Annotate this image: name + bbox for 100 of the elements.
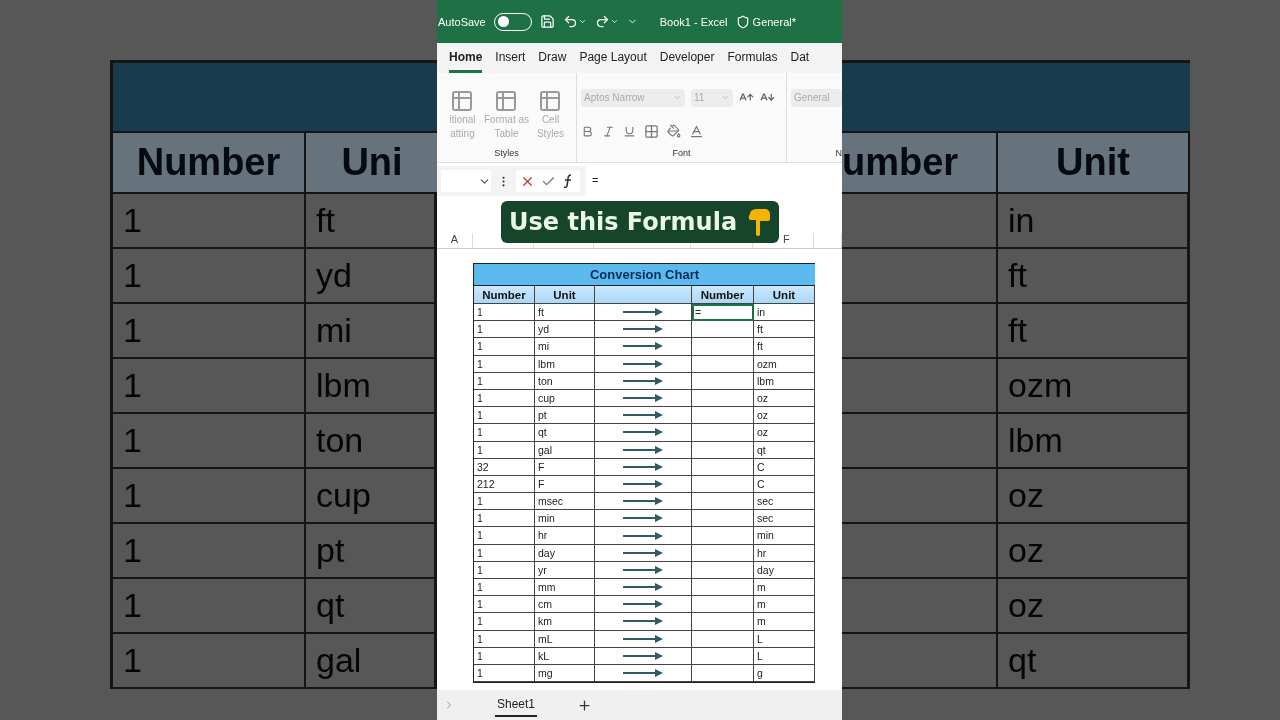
arrow-icon — [623, 548, 663, 557]
table-cell: C — [754, 475, 815, 494]
table-cell: 1 — [474, 441, 535, 459]
arrow-icon — [623, 583, 663, 592]
borders-icon[interactable] — [644, 123, 659, 139]
table-cell: oz — [998, 524, 1190, 579]
table-cell: m — [754, 596, 815, 614]
table-cell: F — [535, 458, 595, 476]
table-cell: hr — [535, 527, 595, 545]
italic-icon[interactable] — [602, 124, 615, 138]
table-cell: mi — [535, 338, 595, 356]
fill-color-icon[interactable] — [667, 124, 681, 139]
table-cell: 1 — [474, 527, 535, 545]
ribbon-tab[interactable]: Dat — [790, 50, 810, 73]
arrow-icon — [623, 325, 663, 334]
table-cell: sec — [754, 493, 815, 511]
save-icon[interactable] — [539, 14, 555, 29]
table-cell: ozm — [754, 355, 815, 373]
table-cell: ft — [998, 304, 1190, 359]
table-cell: 212 — [474, 475, 535, 494]
table-cell: mg — [535, 664, 595, 683]
column-heading: Number — [113, 133, 306, 194]
ribbon-tab[interactable]: Formulas — [727, 50, 778, 73]
table-cell: 1 — [474, 424, 535, 442]
table-cell: 1 — [113, 194, 306, 249]
table-cell: mm — [535, 579, 595, 597]
table-cell: lbm — [998, 414, 1190, 469]
column-heading: Unit — [535, 286, 595, 304]
group-label: Styles — [493, 148, 520, 158]
arrow-icon — [623, 376, 663, 385]
table-cell: ozm — [998, 359, 1190, 414]
table-cell: qt — [754, 441, 815, 459]
table-cell: oz — [754, 407, 815, 425]
column-header[interactable]: A — [437, 233, 473, 248]
column-header[interactable]: F — [783, 233, 790, 245]
table-cell: kL — [535, 647, 595, 665]
table-cell: 1 — [113, 249, 306, 304]
bold-icon[interactable] — [581, 124, 594, 138]
table-cell: oz — [754, 424, 815, 442]
table-cell: m — [754, 579, 815, 597]
table-cell: day — [535, 544, 595, 562]
table-cell: 1 — [474, 493, 535, 511]
table-cell: cup — [535, 389, 595, 408]
sensitivity-label[interactable]: General* — [752, 15, 796, 28]
arrow-icon — [623, 617, 663, 626]
arrow-icon — [623, 359, 663, 368]
arrow-icon — [623, 308, 663, 317]
table-cell: 1 — [474, 407, 535, 425]
ribbon-tab[interactable]: Draw — [538, 50, 567, 73]
table-cell: ft — [998, 249, 1190, 304]
table-cell: mL — [535, 630, 595, 648]
undo-icon[interactable] — [562, 14, 587, 29]
table-cell: 1 — [474, 510, 535, 528]
arrow-icon — [623, 497, 663, 506]
arrow-icon — [623, 462, 663, 471]
ribbon-tab[interactable]: Developer — [659, 50, 715, 73]
column-heading: Unit — [998, 133, 1190, 194]
table-cell: day — [754, 561, 815, 579]
table-cell: min — [535, 510, 595, 528]
table-cell: 1 — [113, 579, 306, 634]
table-cell: g — [754, 664, 815, 683]
arrow-icon — [623, 651, 663, 660]
underline-icon[interactable] — [623, 124, 636, 138]
arrow-icon — [623, 394, 663, 403]
sheet-tab[interactable]: Sheet1 — [495, 693, 538, 717]
column-heading: Number — [474, 286, 535, 304]
redo-icon[interactable] — [594, 14, 619, 29]
table-cell: msec — [535, 493, 595, 511]
ribbon-tab[interactable]: Page Layout — [579, 50, 647, 73]
table-style-icon — [450, 88, 475, 113]
table-cell: 1 — [474, 321, 535, 339]
table-cell: 1 — [474, 630, 535, 648]
formula-field[interactable]: = — [586, 166, 842, 196]
table-cell: 1 — [113, 359, 306, 414]
table-cell: C — [754, 458, 815, 476]
table-cell: yd — [535, 321, 595, 339]
table-cell: 1 — [474, 579, 535, 597]
arrow-icon — [623, 634, 663, 643]
table-cell: in — [998, 194, 1190, 249]
add-sheet-icon[interactable] — [577, 697, 593, 713]
font-color-icon[interactable] — [689, 123, 704, 139]
table-cell: 1 — [474, 561, 535, 579]
ribbon-tab[interactable]: Insert — [495, 50, 526, 73]
caption-text: Use this Formula — [509, 208, 738, 236]
table-cell: oz — [998, 469, 1190, 524]
table-cell: qt — [535, 424, 595, 442]
column-heading: Unit — [754, 286, 815, 304]
table-cell: 1 — [113, 524, 306, 579]
shield-icon[interactable] — [735, 14, 750, 29]
table-cell: hr — [754, 544, 815, 562]
table-cell: 1 — [474, 596, 535, 614]
arrow-icon — [623, 411, 663, 420]
chart-title: Conversion Chart — [474, 264, 815, 286]
table-cell: 1 — [474, 613, 535, 631]
table-style-icon — [538, 88, 563, 113]
table-cell: in — [754, 304, 815, 322]
table-cell: m — [754, 613, 815, 631]
active-cell[interactable]: = — [692, 304, 754, 322]
table-cell: 32 — [474, 458, 535, 476]
table-cell: pt — [535, 407, 595, 425]
